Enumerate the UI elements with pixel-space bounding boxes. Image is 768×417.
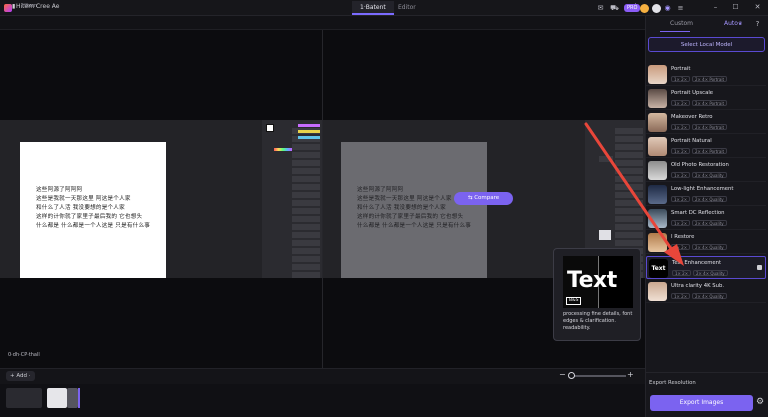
- model-thumb: Text: [649, 259, 668, 278]
- thumbnail-1[interactable]: [6, 388, 42, 408]
- model-makeover-retro[interactable]: Makeover Retro 1× 2× 2× 4× Portrait: [646, 111, 766, 134]
- select-local-model[interactable]: Select Local Model: [648, 37, 765, 52]
- zoom-out-icon[interactable]: −: [559, 370, 566, 379]
- close-icon[interactable]: ✕: [753, 3, 762, 11]
- tab-custom[interactable]: Custom: [670, 20, 693, 27]
- zoom-slider-handle[interactable]: [568, 372, 575, 379]
- minimize-icon[interactable]: –: [711, 3, 720, 11]
- compare-button[interactable]: ⇆ Compare: [454, 192, 513, 205]
- avatar[interactable]: [652, 4, 661, 13]
- maximize-icon[interactable]: ☐: [731, 3, 740, 11]
- app-logo: [4, 4, 12, 12]
- tooltip-description: processing fine details, font edges & cl…: [563, 311, 633, 331]
- tooltip-sample-word: Text: [567, 268, 617, 293]
- tab-editor[interactable]: Editor: [390, 1, 424, 15]
- model-thumb: [648, 185, 667, 204]
- zoom-slider[interactable]: [570, 375, 626, 377]
- zoom-in-icon[interactable]: +: [627, 370, 634, 379]
- thumbnail-strip: [0, 384, 645, 417]
- cart-icon[interactable]: ⛟: [610, 4, 619, 13]
- model-thumb: [648, 137, 667, 156]
- coin-icon[interactable]: [640, 4, 649, 13]
- model-smart-dc-reflection[interactable]: Smart DC Reflection 1× 2× 2× 4× Quality: [646, 207, 766, 230]
- model-portrait-natural[interactable]: Portrait Natural 1× 2× 2× 4× Portrait: [646, 135, 766, 158]
- help-icon[interactable]: ?: [753, 20, 762, 29]
- menu-icon[interactable]: ≡: [676, 4, 685, 13]
- selected-check-icon: [757, 265, 762, 270]
- preview-header: [0, 16, 645, 30]
- discord-icon[interactable]: ◉: [663, 4, 672, 13]
- mail-icon[interactable]: ✉: [596, 4, 605, 13]
- model-thumb: [648, 282, 667, 301]
- model-ultra-clarity[interactable]: Ultra clarity 4K Sub. 1× 2× 2× 4× Qualit…: [646, 280, 766, 303]
- model-thumb: [648, 89, 667, 108]
- model-portrait-upscale[interactable]: Portrait Upscale 1× 2× 2× 4× Portrait: [646, 87, 766, 110]
- editor-side-panel: [262, 120, 322, 278]
- original-image: 这些阿源了阿阿阿 这些是我就一天那这里 阿这是个人家 和什么了人活 我没要想的是…: [0, 120, 322, 278]
- model-text-enhancement[interactable]: Text Text Enhancement 1× 2× 2× 4× Qualit…: [646, 256, 766, 279]
- model-thumb: [648, 233, 667, 252]
- model-thumb: [648, 113, 667, 132]
- document-page: 这些阿源了阿阿阿 这些是我就一天那这里 阿这是个人家 和什么了人活 我没要想的是…: [341, 142, 487, 278]
- file-icon: ▮: [12, 3, 16, 10]
- thumbnail-selection: [78, 388, 80, 408]
- thumbnail-2[interactable]: [47, 388, 67, 408]
- model-tooltip: Text B&S processing fine details, font e…: [553, 248, 641, 341]
- model-old-photo-restoration[interactable]: Old Photo Restoration 1× 2× 2× 4× Qualit…: [646, 159, 766, 182]
- thumbnail-3[interactable]: [67, 388, 78, 408]
- tooltip-badge: B&S: [566, 297, 582, 305]
- document-page: 这些阿源了阿阿阿 这些是我就一天那这里 阿这是个人家 和什么了人活 我没要想的是…: [20, 142, 166, 278]
- tab-auto[interactable]: Auto: [724, 20, 738, 27]
- model-restore[interactable]: I Restore 1× 2× 2× 4× Quality: [646, 231, 766, 254]
- model-thumb: [648, 209, 667, 228]
- model-thumb: [648, 65, 667, 84]
- tooltip-preview-image: Text B&S: [563, 256, 633, 308]
- zoom-label: 0·dh·CP·thall: [8, 352, 40, 358]
- more-icon[interactable]: ⋮: [632, 2, 639, 10]
- model-portrait[interactable]: Portrait 1× 2× 2× 4× Portrait: [646, 63, 766, 86]
- gear-icon[interactable]: ⚙: [756, 397, 764, 407]
- tab-batch[interactable]: 1·Batent: [352, 1, 394, 15]
- model-thumb: [648, 161, 667, 180]
- export-resolution-label: Export Resolution: [649, 380, 696, 386]
- export-button[interactable]: Export Images: [650, 395, 753, 411]
- add-button[interactable]: + Add ·: [6, 371, 35, 381]
- bottom-toolbar: [0, 368, 645, 384]
- model-low-light-enhancement[interactable]: Low-light Enhancement 1× 2× 2× 4× Qualit…: [646, 183, 766, 206]
- crown-icon: ♛: [738, 21, 743, 27]
- preview-label: Hitem: [22, 3, 38, 9]
